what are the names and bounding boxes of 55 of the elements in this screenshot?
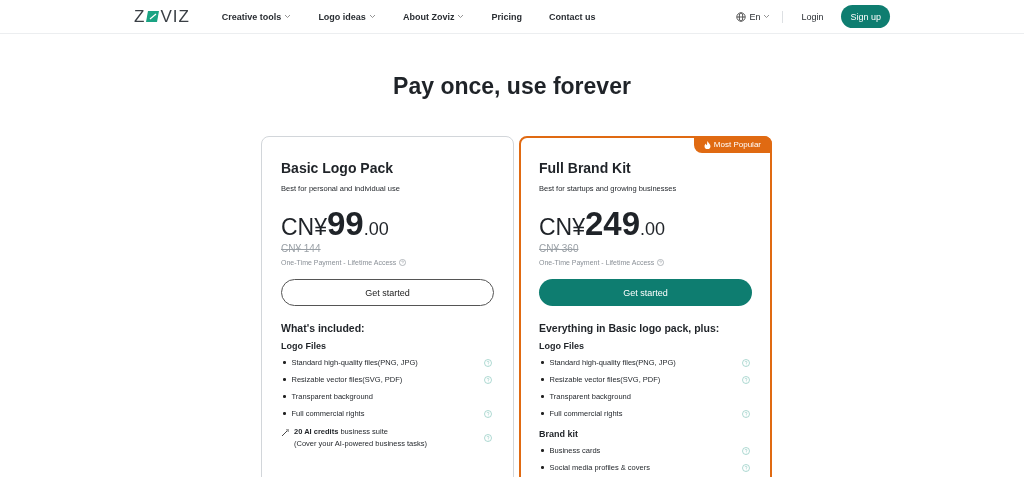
globe-icon <box>736 11 747 22</box>
nav-link[interactable]: Logo ideas <box>318 11 376 22</box>
price-currency: CN¥ <box>539 214 585 241</box>
price-amount: 99 <box>327 205 364 243</box>
login-link[interactable]: Login <box>795 11 830 22</box>
price-amount: 249 <box>585 205 641 243</box>
group-title: Logo Files <box>539 341 585 351</box>
bullet-icon <box>541 361 544 364</box>
help-icon[interactable] <box>742 375 750 384</box>
includes-heading: Everything in Basic logo pack, plus: <box>539 322 721 334</box>
help-icon[interactable] <box>742 409 750 418</box>
nav-link[interactable]: About Zoviz <box>402 11 465 22</box>
flame-icon <box>703 140 711 149</box>
bullet-icon <box>541 466 544 469</box>
help-icon[interactable] <box>484 409 492 418</box>
bullet-icon <box>541 412 544 415</box>
popular-badge: Most Popular <box>693 136 772 153</box>
bullet-icon <box>283 412 286 415</box>
plan-name: Full Brand Kit <box>539 160 632 176</box>
nav-link[interactable]: Creative tools <box>221 11 292 22</box>
language-selector[interactable]: En <box>736 11 771 22</box>
includes-heading: What's included: <box>281 322 366 334</box>
chevron-down-icon <box>763 14 771 19</box>
logo-text[interactable]: Z <box>134 6 146 27</box>
get-started-button[interactable]: Get started <box>281 279 494 306</box>
price-cents: .00 <box>363 219 389 240</box>
bullet-icon <box>283 378 286 381</box>
help-icon[interactable] <box>399 259 407 266</box>
help-icon[interactable] <box>484 375 492 384</box>
magic-wand-icon <box>281 428 290 437</box>
old-price: CN¥ 360 <box>539 243 580 254</box>
bullet-icon <box>283 361 286 364</box>
help-icon[interactable] <box>742 446 750 455</box>
bullet-icon <box>541 449 544 452</box>
help-icon[interactable] <box>484 434 492 442</box>
group-title: Logo Files <box>281 341 327 351</box>
nav-link[interactable]: Contact us <box>548 11 596 22</box>
get-started-button[interactable]: Get started <box>539 279 752 306</box>
nav-link[interactable]: Pricing <box>491 11 522 22</box>
old-price: CN¥ 144 <box>281 243 322 254</box>
bullet-icon <box>541 395 544 398</box>
bullet-icon <box>541 378 544 381</box>
logo-icon[interactable] <box>146 11 160 22</box>
page-heading: Pay once, use forever <box>392 73 632 100</box>
group-title: Brand kit <box>539 429 579 439</box>
plan-name: Basic Logo Pack <box>281 160 395 176</box>
help-icon[interactable] <box>657 259 665 266</box>
price-currency: CN¥ <box>281 214 327 241</box>
bullet-icon <box>283 395 286 398</box>
logo-text[interactable]: VIZ <box>160 6 190 27</box>
price-cents: .00 <box>640 219 666 240</box>
help-icon[interactable] <box>742 463 750 472</box>
help-icon[interactable] <box>484 358 492 367</box>
help-icon[interactable] <box>742 358 750 367</box>
signup-button[interactable]: Sign up <box>841 5 890 28</box>
